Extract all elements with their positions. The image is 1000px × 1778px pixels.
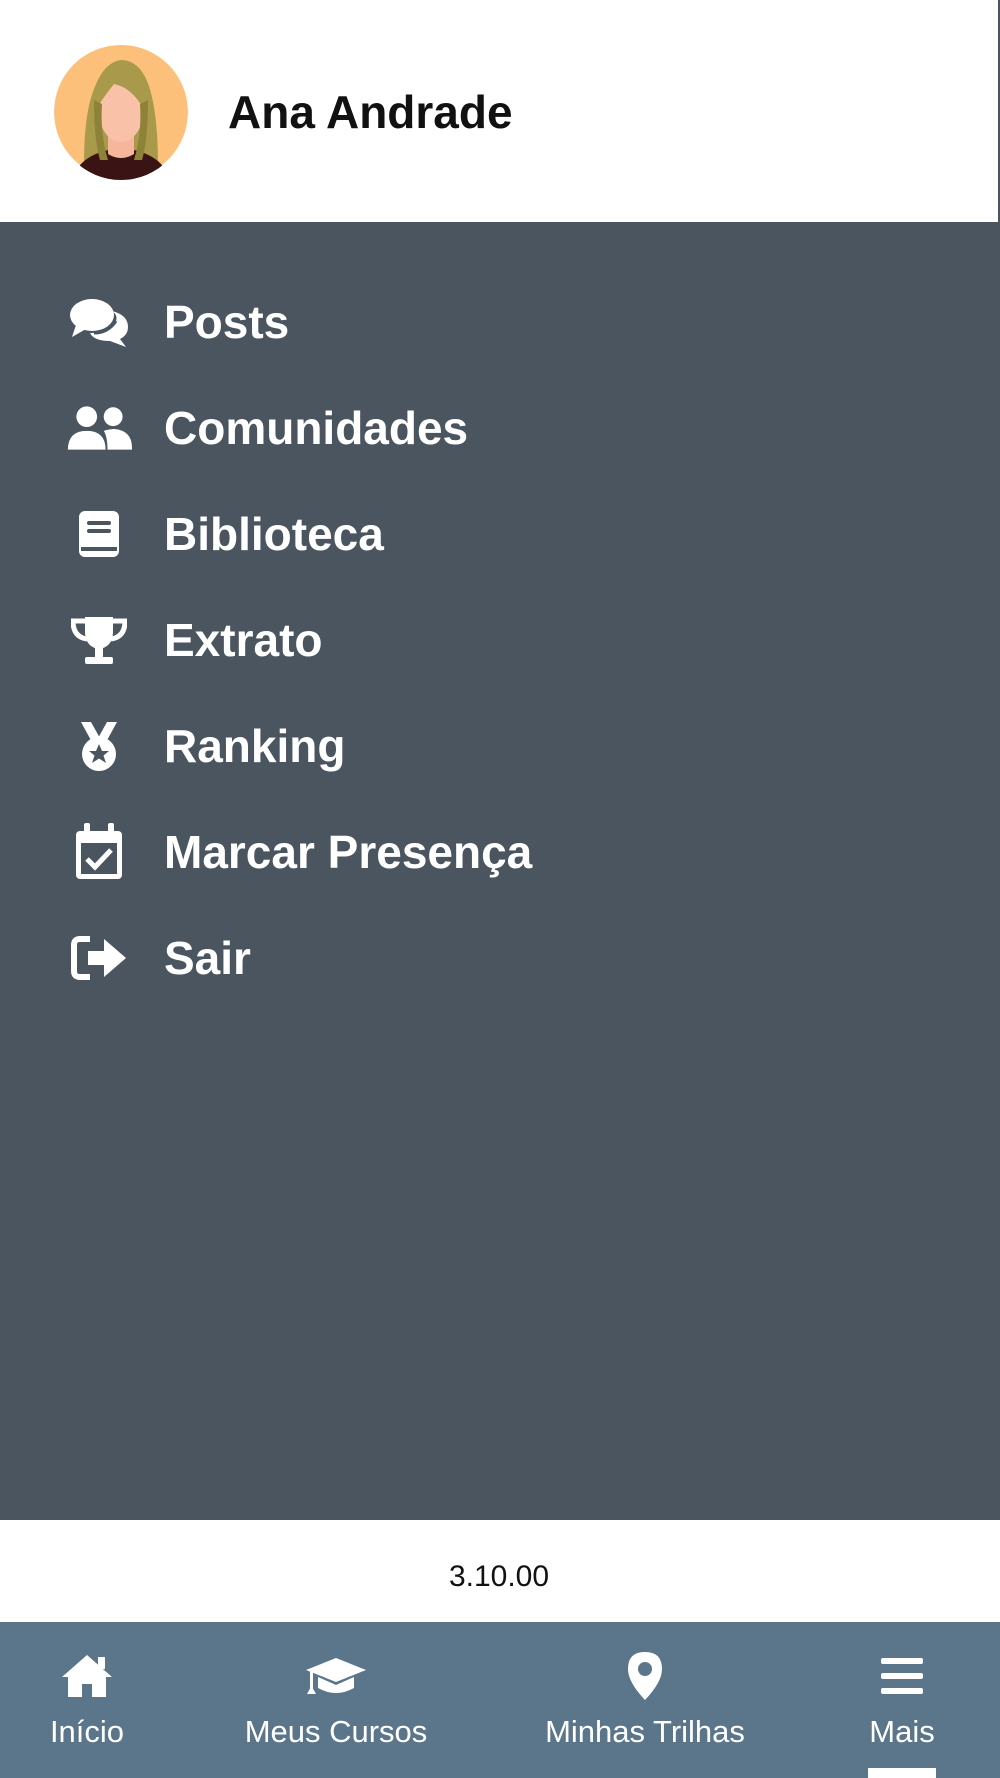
menu-item-comunidades[interactable]: Comunidades bbox=[0, 378, 1000, 478]
menu-item-label: Sair bbox=[164, 932, 251, 984]
nav-label: Meus Cursos bbox=[244, 1714, 428, 1749]
active-tab-indicator bbox=[868, 1768, 936, 1778]
trophy-icon bbox=[66, 612, 132, 668]
nav-item-inicio[interactable]: Início bbox=[20, 1622, 154, 1778]
menu-item-label: Ranking bbox=[164, 720, 346, 772]
menu-item-sair[interactable]: Sair bbox=[0, 908, 1000, 1008]
comments-icon bbox=[66, 294, 132, 350]
profile-name: Ana Andrade bbox=[228, 86, 513, 138]
menu-item-label: Marcar Presença bbox=[164, 826, 533, 878]
navigation-drawer: Ana Andrade Posts Comunidades Biblioteca… bbox=[0, 0, 1000, 1778]
sign-out-icon bbox=[66, 930, 132, 986]
bottom-navigation: Início Meus Cursos Minhas Trilhas Mais bbox=[0, 1622, 1000, 1778]
app-version: 3.10.00 bbox=[448, 1560, 550, 1593]
profile-header[interactable]: Ana Andrade bbox=[0, 0, 998, 222]
menu-item-label: Biblioteca bbox=[164, 508, 384, 560]
book-icon bbox=[66, 506, 132, 562]
drawer-menu: Posts Comunidades Biblioteca Extrato Ran… bbox=[0, 222, 1000, 1520]
menu-item-marcar-presenca[interactable]: Marcar Presença bbox=[0, 802, 1000, 902]
menu-item-label: Comunidades bbox=[164, 402, 469, 454]
avatar[interactable] bbox=[54, 44, 188, 180]
nav-item-meus-cursos[interactable]: Meus Cursos bbox=[226, 1622, 446, 1778]
graduation-cap-icon bbox=[226, 1650, 446, 1702]
menu-item-biblioteca[interactable]: Biblioteca bbox=[0, 484, 1000, 584]
nav-item-minhas-trilhas[interactable]: Minhas Trilhas bbox=[520, 1622, 770, 1778]
map-marker-icon bbox=[520, 1650, 770, 1702]
home-icon bbox=[20, 1650, 154, 1702]
medal-icon bbox=[66, 718, 132, 774]
users-icon bbox=[66, 400, 132, 456]
menu-item-posts[interactable]: Posts bbox=[0, 272, 1000, 372]
nav-label: Mais bbox=[869, 1714, 935, 1749]
nav-label: Minhas Trilhas bbox=[545, 1714, 745, 1749]
nav-label: Início bbox=[49, 1714, 125, 1749]
menu-item-label: Extrato bbox=[164, 614, 323, 666]
user-avatar-icon bbox=[54, 45, 188, 180]
bars-icon bbox=[846, 1650, 958, 1702]
nav-item-mais[interactable]: Mais bbox=[846, 1622, 958, 1778]
version-footer: 3.10.00 bbox=[0, 1520, 1000, 1622]
menu-item-extrato[interactable]: Extrato bbox=[0, 590, 1000, 690]
calendar-check-icon bbox=[66, 823, 132, 880]
menu-item-ranking[interactable]: Ranking bbox=[0, 696, 1000, 796]
menu-item-label: Posts bbox=[164, 296, 290, 348]
